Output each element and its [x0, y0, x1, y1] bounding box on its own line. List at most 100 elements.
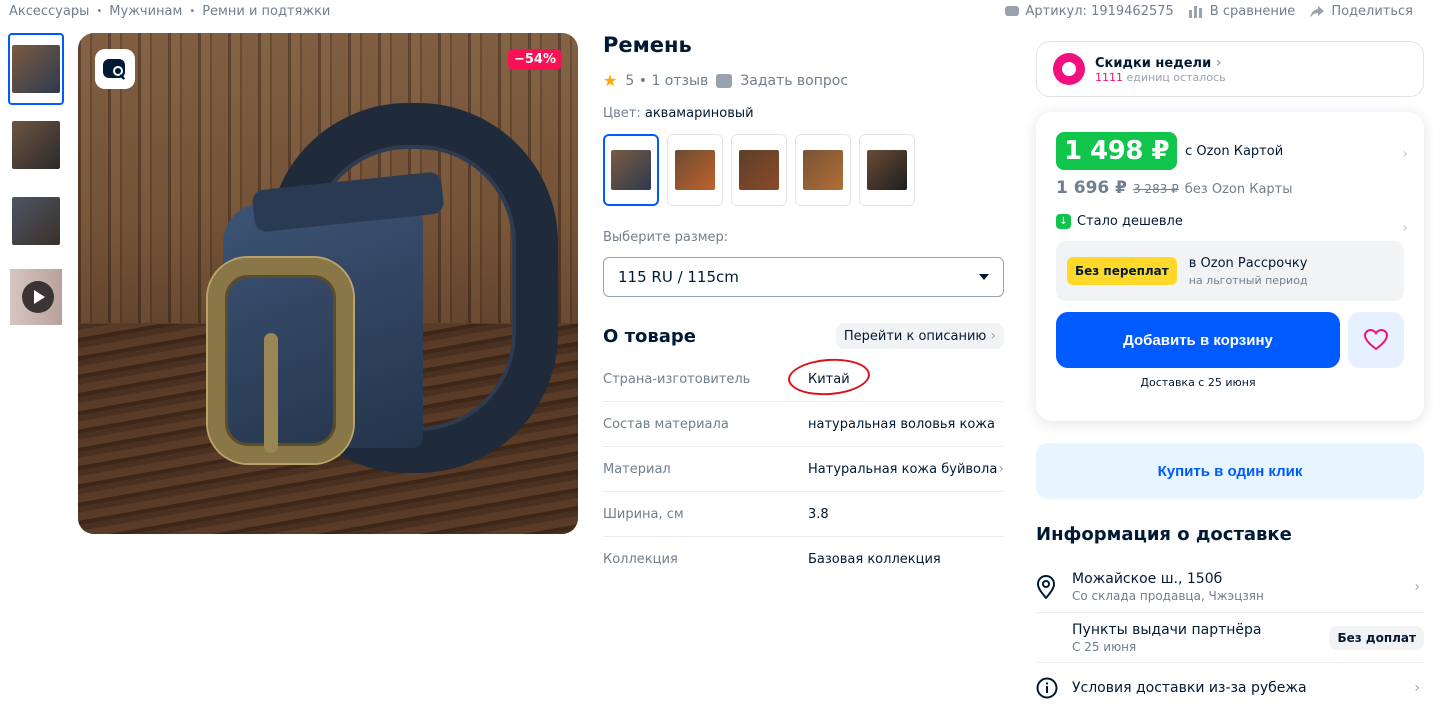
buy-one-click-button[interactable]: Купить в один клик	[1036, 443, 1424, 499]
regular-price-row: 1 696 ₽ 3 283 ₽ без Ozon Карты	[1056, 178, 1404, 198]
installment-banner[interactable]: Без переплат в Ozon Рассрочку на льготны…	[1056, 241, 1404, 301]
remaining-count: 1111	[1095, 70, 1123, 84]
spec-key: Коллекция	[603, 552, 678, 567]
product-info: Ремень ★ 5 • 1 отзыв Задать вопрос Цвет:…	[603, 33, 1004, 582]
gallery-thumbnail[interactable]	[8, 33, 64, 105]
color-swatch[interactable]	[795, 134, 851, 206]
spec-value: 3.8	[808, 506, 829, 522]
top-actions: Артикул: 1919462575 В сравнение Поделить…	[1004, 4, 1413, 19]
spec-row: Ширина, см 3.8	[603, 492, 1004, 537]
price-drop-row[interactable]: ↓ Стало дешевле	[1056, 214, 1404, 229]
color-swatch[interactable]	[731, 134, 787, 206]
installment-text: в Ozon Рассрочку на льготный период	[1189, 256, 1308, 287]
about-header: О товаре Перейти к описанию ›	[603, 323, 1004, 349]
swatch-image	[675, 150, 715, 190]
spec-row: Страна-изготовитель Китай	[603, 355, 1004, 402]
spec-row: Коллекция Базовая коллекция	[603, 537, 1004, 582]
color-swatch[interactable]	[603, 134, 659, 206]
abroad-delivery-text: Условия доставки из-за рубежа	[1072, 680, 1424, 696]
chat-icon	[1004, 5, 1019, 16]
gallery-video-thumbnail[interactable]	[8, 261, 64, 333]
delivery-note: Доставка с 25 июня	[1140, 376, 1256, 389]
pickup-text: Пункты выдачи партнёра С 25 июня	[1072, 622, 1329, 654]
card-price-row[interactable]: 1 498 ₽ с Ozon Картой	[1056, 132, 1404, 170]
add-to-cart-button[interactable]: Добавить в корзину	[1056, 312, 1340, 368]
gallery-thumbnail[interactable]	[8, 109, 64, 181]
color-swatch[interactable]	[667, 134, 723, 206]
pickup-row[interactable]: Пункты выдачи партнёра С 25 июня Без доп…	[1036, 612, 1424, 662]
sku-copy[interactable]: Артикул: 1919462575	[1004, 4, 1174, 19]
weekly-deals-banner[interactable]: Скидки недели › 1111 единиц осталось	[1036, 41, 1424, 97]
color-label-key: Цвет:	[603, 106, 641, 121]
color-value: аквамариновый	[644, 106, 754, 121]
info-icon	[1036, 677, 1072, 699]
swatch-image	[611, 150, 651, 190]
visual-search-button[interactable]	[95, 49, 135, 89]
pickup-title: Пункты выдачи партнёра	[1072, 621, 1262, 638]
play-icon	[22, 281, 54, 313]
spec-value: натуральная воловья кожа	[808, 416, 995, 432]
shipping-address: Можайское ш., 150б	[1072, 571, 1223, 587]
spec-row: Состав материала натуральная воловья кож…	[603, 402, 1004, 447]
rating-link[interactable]: 5 • 1 отзыв	[625, 73, 708, 89]
reviews-count: 1 отзыв	[651, 72, 709, 89]
spec-row[interactable]: Материал Натуральная кожа буйвола ›	[603, 447, 1004, 492]
video-thumbnail-image	[10, 269, 62, 325]
installment-tag: Без переплат	[1067, 257, 1177, 285]
breadcrumb-item[interactable]: Мужчинам	[109, 4, 182, 19]
compare-icon	[1188, 5, 1202, 18]
cart-actions: Добавить в корзину	[1056, 312, 1404, 368]
chevron-right-icon: ›	[1414, 679, 1420, 696]
regular-price: 1 696 ₽	[1056, 178, 1127, 198]
chevron-right-icon: ›	[1402, 146, 1408, 162]
share-button[interactable]: Поделиться	[1309, 4, 1413, 19]
spec-key: Состав материала	[603, 416, 729, 432]
chevron-right-icon: ›	[1215, 54, 1222, 71]
spec-value-container: Базовая коллекция	[808, 552, 1004, 567]
weekly-deals-title-text: Скидки недели	[1095, 55, 1212, 71]
go-to-description-button[interactable]: Перейти к описанию ›	[835, 323, 1004, 349]
breadcrumb-item[interactable]: Ремни и подтяжки	[202, 4, 330, 19]
compare-label: В сравнение	[1209, 4, 1296, 19]
swatch-image	[803, 150, 843, 190]
spec-value-container: Натуральная кожа буйвола ›	[808, 461, 1004, 477]
breadcrumb-item[interactable]: Аксессуары	[9, 4, 89, 19]
gallery-thumbnail[interactable]	[8, 185, 64, 257]
color-swatches	[603, 134, 1004, 206]
heart-icon	[1364, 329, 1388, 351]
size-select[interactable]: 115 RU / 115cm	[603, 257, 1004, 297]
thumbnail-image	[12, 121, 60, 169]
favorite-button[interactable]	[1348, 312, 1404, 368]
compare-button[interactable]: В сравнение	[1188, 4, 1296, 19]
size-selected-value: 115 RU / 115cm	[618, 268, 739, 286]
abroad-delivery-label: Условия доставки из-за рубежа	[1072, 679, 1307, 696]
shipping-address-row[interactable]: Можайское ш., 150б Со склада продавца, Ч…	[1036, 562, 1424, 612]
breadcrumb: Аксессуары • Мужчинам • Ремни и подтяжки	[9, 4, 330, 19]
pickup-date: С 25 июня	[1072, 639, 1137, 654]
spec-value-container: Китай	[786, 355, 1004, 398]
buckle-pin	[264, 333, 278, 453]
spec-value: Натуральная кожа буйвола	[808, 461, 998, 477]
spec-key: Материал	[603, 461, 671, 477]
color-label: Цвет: аквамариновый	[603, 106, 1004, 121]
chevron-right-icon: ›	[998, 461, 1004, 477]
go-to-description-label: Перейти к описанию	[843, 328, 987, 344]
shipping-address-text: Можайское ш., 150б Со склада продавца, Ч…	[1072, 571, 1424, 603]
no-extra-charge-badge: Без доплат	[1329, 625, 1424, 650]
old-price: 3 283 ₽	[1132, 182, 1179, 196]
size-label: Выберите размер:	[603, 230, 729, 245]
color-swatch[interactable]	[859, 134, 915, 206]
ask-question-link[interactable]: Задать вопрос	[740, 73, 848, 89]
shipping-info: Можайское ш., 150б Со склада продавца, Ч…	[1036, 562, 1424, 712]
abroad-delivery-row[interactable]: Условия доставки из-за рубежа ›	[1036, 662, 1424, 712]
share-label: Поделиться	[1331, 4, 1413, 19]
discount-badge: −54%	[507, 49, 562, 70]
rating-value: 5	[625, 72, 635, 89]
price-card: 1 498 ₽ с Ozon Картой › 1 696 ₽ 3 283 ₽ …	[1036, 112, 1424, 421]
product-main-image[interactable]: −54%	[78, 33, 578, 534]
arrow-down-icon: ↓	[1056, 214, 1071, 229]
chevron-right-icon: ›	[990, 328, 996, 344]
weekly-deals-remaining: 1111 единиц осталось	[1095, 71, 1226, 84]
spec-value-container: 3.8	[808, 507, 1004, 522]
card-price-caption: с Ozon Картой	[1185, 143, 1284, 159]
